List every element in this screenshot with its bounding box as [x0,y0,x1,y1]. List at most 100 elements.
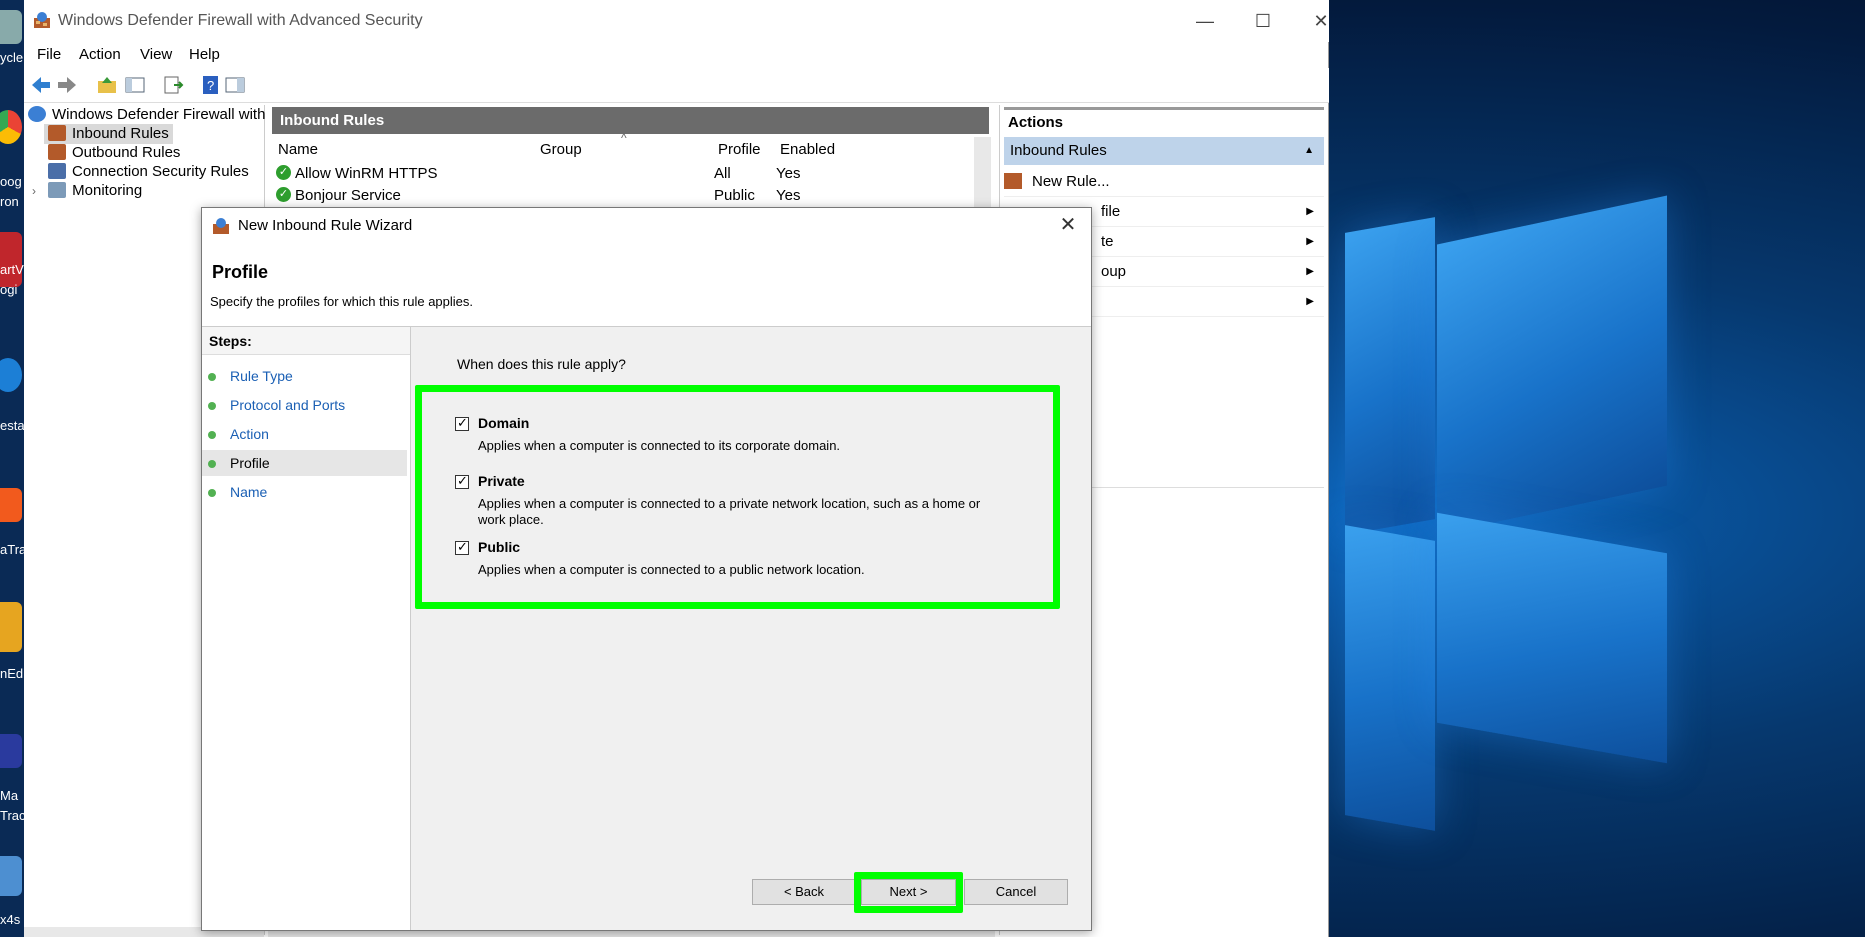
desktop-icon-recycle[interactable]: ycle [0,10,24,65]
show-hide-tree-icon[interactable] [124,75,146,95]
rule-name: Bonjour Service [295,187,401,204]
step-action[interactable]: Action [202,421,407,447]
tree-item-label: Monitoring [72,182,143,199]
action-label: te [1101,233,1114,250]
vertical-scrollbar[interactable] [974,137,991,207]
column-group[interactable]: Group [540,141,582,158]
next-button[interactable]: Next > [861,879,956,905]
windows-logo-pane-tr [1437,195,1667,535]
step-bullet-icon [208,489,216,497]
tree-item-monitoring[interactable]: › Monitoring [32,181,142,201]
step-bullet-icon [208,373,216,381]
enabled-check-icon: ✓ [276,187,291,202]
public-checkbox[interactable] [455,539,469,555]
new-rule-icon [1004,173,1022,189]
domain-description: Applies when a computer is connected to … [478,438,841,453]
desktop-icon-gold[interactable]: nEdi [0,602,24,681]
question-label: When does this rule apply? [457,356,626,372]
menu-file[interactable]: File [37,46,61,63]
windows-logo-pane-br [1437,512,1667,764]
step-name[interactable]: Name [202,479,407,505]
tree-item-connection-security-rules[interactable]: Connection Security Rules [48,162,249,182]
menu-help[interactable]: Help [189,46,220,63]
step-profile[interactable]: Profile [202,450,407,476]
private-checkbox[interactable] [455,473,469,489]
step-label: Name [230,484,268,500]
step-bullet-icon [208,460,216,468]
column-name[interactable]: Name [278,141,318,158]
menu-action[interactable]: Action [79,46,121,63]
rule-enabled: Yes [776,187,801,204]
expand-chevron-icon[interactable]: › [32,181,44,201]
private-label: Private [478,473,525,489]
wizard-close-icon[interactable]: ✕ [1055,212,1081,238]
tree-item-label: Inbound Rules [72,125,169,142]
step-protocol-and-ports[interactable]: Protocol and Ports [202,392,407,418]
action-new-rule[interactable]: New Rule... [1004,167,1324,197]
connection-security-icon [48,163,66,179]
maximize-button[interactable]: ☐ [1234,0,1292,42]
window-title: Windows Defender Firewall with Advanced … [58,12,423,29]
submenu-arrow-icon: ▶ [1306,266,1314,277]
rule-profile: Public [714,187,755,204]
tree-item-inbound-rules[interactable]: Inbound Rules [44,124,173,144]
actions-section-inbound-rules[interactable]: Inbound Rules ▲ [1004,137,1324,165]
help-icon[interactable]: ? [200,75,222,95]
wizard-subheading: Specify the profiles for which this rule… [210,294,474,309]
desktop-icon-blue-x[interactable]: Ma Trac [0,734,24,823]
menu-bar: File Action View Help [24,42,1329,68]
actions-header: Actions [1004,107,1324,132]
cancel-button[interactable]: Cancel [964,879,1068,905]
desktop-icon-app-red[interactable]: artV ogi [0,232,24,297]
back-button[interactable]: < Back [752,879,856,905]
domain-checkbox[interactable] [455,415,469,431]
step-bullet-icon [208,402,216,410]
sort-ascending-icon: ^ [621,131,627,145]
step-label: Rule Type [230,368,293,384]
svg-text:?: ? [207,78,214,93]
menu-view[interactable]: View [140,46,172,63]
close-window-button[interactable]: ✕ [1292,0,1350,42]
title-bar[interactable]: Windows Defender Firewall with Advanced … [24,0,1329,42]
column-header-row: Name Group ^ Profile Enabled [272,131,972,161]
column-profile[interactable]: Profile [718,141,761,158]
collapse-up-icon[interactable]: ▲ [1304,137,1314,165]
desktop-icon-restart[interactable]: esta [0,358,24,433]
tree-root[interactable]: Windows Defender Firewall with [28,105,265,125]
actions-section-label: Inbound Rules [1010,142,1107,159]
minimize-button[interactable]: — [1176,0,1234,42]
show-action-pane-icon[interactable] [224,75,246,95]
action-label: file [1101,203,1121,220]
step-rule-type[interactable]: Rule Type [202,363,407,389]
table-row[interactable]: ✓ Bonjour Service Public Yes [276,185,976,205]
tree-item-outbound-rules[interactable]: Outbound Rules [48,143,180,163]
submenu-arrow-icon: ▶ [1306,206,1314,217]
step-label: Profile [230,455,270,471]
enabled-check-icon: ✓ [276,165,291,180]
column-enabled[interactable]: Enabled [780,141,835,158]
table-row[interactable]: ✓ Allow WinRM HTTPS All Yes [276,163,976,185]
firewall-app-icon [213,218,229,234]
export-list-icon[interactable] [162,75,184,95]
desktop-icon-orange[interactable]: aTra [0,488,24,557]
rule-enabled: Yes [776,165,801,182]
desktop-icon-label: artV [0,262,24,277]
step-bullet-icon [208,431,216,439]
pane-header: Inbound Rules [272,107,989,134]
wizard-content: When does this rule apply? Domain Applie… [412,327,1091,930]
desktop-icon-fx[interactable]: x4s [0,856,24,927]
up-folder-icon[interactable] [96,75,118,95]
forward-arrow-icon[interactable] [56,75,78,95]
desktop-icon-label: Ma [0,788,19,803]
desktop-icon-label: ogi [0,282,18,297]
tree-item-label: Outbound Rules [72,144,181,161]
desktop-icon-chrome[interactable]: oog ron [0,110,24,209]
submenu-arrow-icon: ▶ [1306,296,1314,307]
desktop-icon-label: ycle [0,50,24,65]
wizard-title-bar[interactable]: New Inbound Rule Wizard ✕ [202,208,1091,244]
desktop-icon-label: nEdi [0,666,24,681]
outbound-rules-icon [48,144,66,160]
inbound-rules-icon [48,125,66,141]
action-label: New Rule... [1032,173,1110,190]
back-arrow-icon[interactable] [30,75,52,95]
